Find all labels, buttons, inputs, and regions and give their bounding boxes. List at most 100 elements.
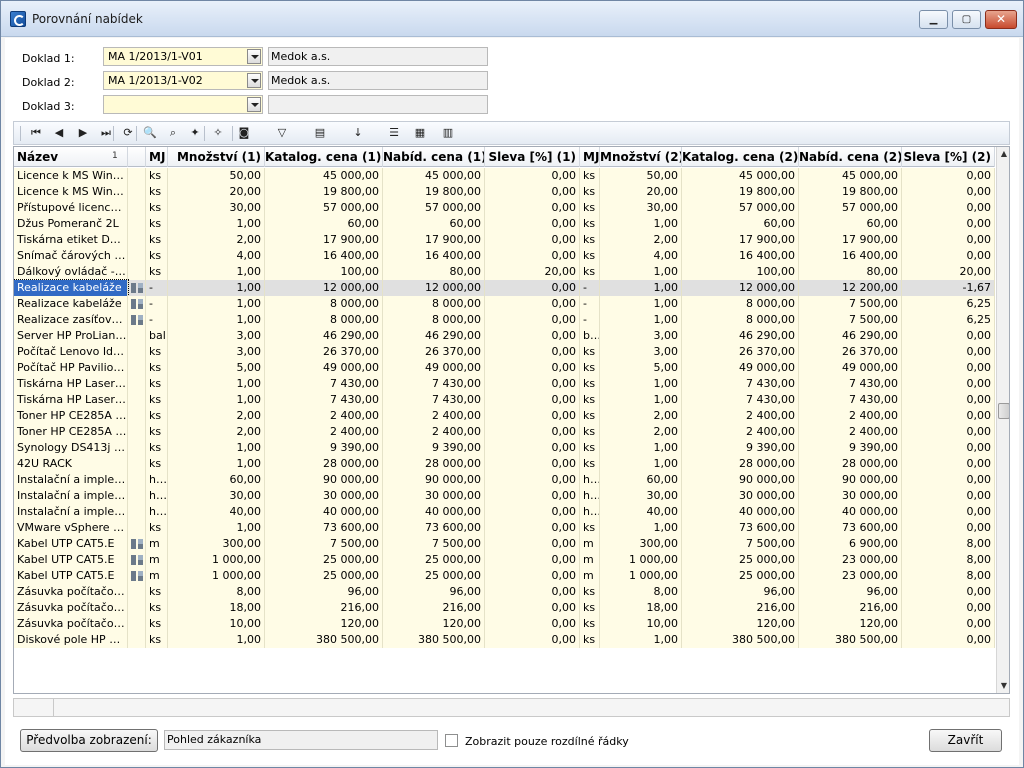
table-row[interactable]: Přístupové licence k ks 30,00 57 000,00 57 0… — [14, 200, 995, 216]
scroll-thumb[interactable] — [998, 403, 1009, 419]
table-row[interactable]: Licence k MS Windowsks20,0019 800,0019 8… — [14, 184, 995, 200]
table-row[interactable]: VMware vSphere 4 Essentialsks1,0073 600,… — [14, 520, 995, 536]
sort-az-icon[interactable]: ↓ — [350, 125, 366, 141]
cell-mj1: ks — [146, 616, 168, 632]
column-header-disc2[interactable]: Sleva [%] (2) — [902, 147, 995, 167]
view-preset-button[interactable]: Předvolba zobrazení: — [20, 729, 158, 752]
column-header-qty2[interactable]: Množství (2) — [600, 147, 682, 167]
table-row[interactable]: Diskové pole HP StorageWorksks1,00380 50… — [14, 632, 995, 648]
cell-disc1: 0,00 — [485, 216, 580, 232]
column-header-off1[interactable]: Nabíd. cena (1) — [383, 147, 485, 167]
cell-cat2: 9 390,00 — [682, 440, 799, 456]
cell-qty1: 2,00 — [168, 408, 265, 424]
column-header-mj1[interactable]: MJ — [146, 147, 168, 167]
table-row[interactable]: Instalační a implementačníhod40,0040 000… — [14, 504, 995, 520]
table-row[interactable]: Kabel UTP CAT5.E m 300,00 7 500,00 7 500,00 0… — [14, 536, 995, 552]
document-2-combo[interactable]: MA 1/2013/1-V02 — [103, 71, 263, 90]
toolbar-separator — [136, 126, 137, 141]
column-header-name[interactable]: Název — [14, 147, 128, 167]
table-row[interactable]: Server HP ProLiant ML bal 3,00 46 290,00 46 … — [14, 328, 995, 344]
table-row[interactable]: Kabel UTP CAT5.E m 1 000,00 25 000,00 25 000… — [14, 568, 995, 584]
find-next-icon[interactable]: ⌕ — [165, 125, 181, 141]
column-header-mj2[interactable]: MJ — [580, 147, 600, 167]
minimize-button[interactable]: ▁ — [919, 10, 948, 29]
table-row[interactable]: Licence k MS Windowsks50,0045 000,0045 0… — [14, 168, 995, 184]
column-icon[interactable]: ☰ — [386, 125, 402, 141]
table-row[interactable]: Tiskárna HP LaserJet Proks1,007 430,007 … — [14, 376, 995, 392]
find-icon[interactable]: 🔍 — [142, 125, 158, 141]
column-header-cat2[interactable]: Katalog. cena (2) — [682, 147, 799, 167]
table-row[interactable]: Tiskárna etiket Datamaxks2,0017 900,0017… — [14, 232, 995, 248]
table-row[interactable]: Instalační a implementačníhod30,0030 000… — [14, 488, 995, 504]
table-row[interactable]: Džus Pomeranč 2L ks 1,00 60,00 60,00 0,00 ks 1,… — [14, 216, 995, 232]
column-header-disc1[interactable]: Sleva [%] (1) — [485, 147, 580, 167]
table-row[interactable]: Instalační a implementačníhod60,0090 000… — [14, 472, 995, 488]
cell-cat2: 8 000,00 — [682, 312, 799, 328]
table-row[interactable]: Toner HP CE285A černýks2,002 400,002 400… — [14, 408, 995, 424]
table-row[interactable]: Toner HP CE285A černýks2,002 400,002 400… — [14, 424, 995, 440]
table-row[interactable]: Počítač HP Pavilion Eliteks5,0049 000,00… — [14, 360, 995, 376]
chevron-down-icon[interactable] — [247, 49, 261, 64]
refresh-icon[interactable]: ⟳ — [120, 125, 136, 141]
cell-qty2: 40,00 — [600, 504, 682, 520]
cell-mj2: m — [580, 552, 600, 568]
table-row[interactable]: Počítač Lenovo IdeaCentreks3,0026 370,00… — [14, 344, 995, 360]
excel-export-icon[interactable]: ▦ — [412, 125, 428, 141]
chevron-down-icon[interactable] — [247, 73, 261, 88]
document-1-combo[interactable]: MA 1/2013/1-V01 — [103, 47, 263, 66]
last-record-icon[interactable]: ⏭ — [98, 125, 114, 141]
cell-qty1: 1,00 — [168, 280, 265, 296]
table-row[interactable]: Realizace kabeláže -1,00 8 000,00 8 000,00 0… — [14, 296, 995, 312]
table-row[interactable]: Tiskárna HP LaserJet Proks1,007 430,007 … — [14, 392, 995, 408]
vertical-scrollbar[interactable]: ▲ ▼ — [996, 147, 1009, 693]
cell-cat2: 17 900,00 — [682, 232, 799, 248]
cell-cat2: 30 000,00 — [682, 488, 799, 504]
first-record-icon[interactable]: ⏮ — [28, 125, 44, 141]
cell-name: Realizace kabeláže — [14, 296, 128, 312]
layout-icon[interactable]: ▥ — [440, 125, 456, 141]
cell-cat1: 25 000,00 — [265, 552, 383, 568]
cell-cat1: 8 000,00 — [265, 296, 383, 312]
cell-cat2: 49 000,00 — [682, 360, 799, 376]
close-button[interactable]: Zavřít — [929, 729, 1002, 752]
print-icon[interactable]: ▤ — [312, 125, 328, 141]
column-header-cfg[interactable] — [128, 147, 146, 167]
table-row[interactable]: Realizace zasíťování -1,00 8 000,00 8 000,0… — [14, 312, 995, 328]
remove-bookmark-icon[interactable]: ✧ — [210, 125, 226, 141]
table-row[interactable]: Synology DS413j DiskStationks1,009 390,0… — [14, 440, 995, 456]
table-row[interactable]: 42U RACK ks 1,00 28 000,00 28 000,00 0,00 ks 1,… — [14, 456, 995, 472]
cell-off1: 17 900,00 — [383, 232, 485, 248]
cell-mj2: - — [580, 312, 600, 328]
table-row[interactable]: Snímač čárových kódůks4,0016 400,0016 40… — [14, 248, 995, 264]
add-bookmark-icon[interactable]: ✦ — [187, 125, 203, 141]
column-header-qty1[interactable]: Množství (1) — [168, 147, 265, 167]
table-row[interactable]: Realizace kabeláže -1,00 12 000,00 12 000,0… — [14, 279, 995, 297]
diff-only-checkbox[interactable] — [445, 734, 458, 747]
chevron-down-icon[interactable] — [247, 97, 261, 112]
cell-cat2: 7 430,00 — [682, 392, 799, 408]
filter-icon[interactable]: ▽ — [274, 125, 290, 141]
cell-name: Zásuvka počítačová RJ45 — [14, 584, 128, 600]
next-record-icon[interactable]: ▶ — [75, 125, 91, 141]
scroll-down-icon[interactable]: ▼ — [999, 681, 1009, 691]
table-row[interactable]: Zásuvka počítačová RJ45ks8,0096,0096,000… — [14, 584, 995, 600]
cell-disc1: 0,00 — [485, 600, 580, 616]
cell-mj1: hod — [146, 472, 168, 488]
close-window-button[interactable]: ✕ — [985, 10, 1017, 29]
column-header-cat1[interactable]: Katalog. cena (1) — [265, 147, 383, 167]
cell-disc1: 0,00 — [485, 552, 580, 568]
table-row[interactable]: Dálkový ovládač - TV ks 1,00 100,00 80,00 20,… — [14, 264, 995, 280]
table-row[interactable]: Kabel UTP CAT5.E m 1 000,00 25 000,00 25 000… — [14, 552, 995, 568]
cell-off1: 25 000,00 — [383, 568, 485, 584]
scroll-up-icon[interactable]: ▲ — [999, 149, 1009, 159]
document-3-combo[interactable] — [103, 95, 263, 114]
cell-off1: 73 600,00 — [383, 520, 485, 536]
prev-record-icon[interactable]: ◀ — [51, 125, 67, 141]
cell-qty2: 1,00 — [600, 216, 682, 232]
table-row[interactable]: Zásuvka počítačová RJ45ks18,00216,00216,… — [14, 600, 995, 616]
maximize-button[interactable]: ▢ — [952, 10, 981, 29]
cell-cfg — [128, 248, 146, 264]
column-header-off2[interactable]: Nabíd. cena (2) — [799, 147, 902, 167]
table-row[interactable]: Zásuvka počítačová RJ45ks10,00120,00120,… — [14, 616, 995, 632]
camera-icon[interactable]: ◙ — [236, 125, 252, 141]
